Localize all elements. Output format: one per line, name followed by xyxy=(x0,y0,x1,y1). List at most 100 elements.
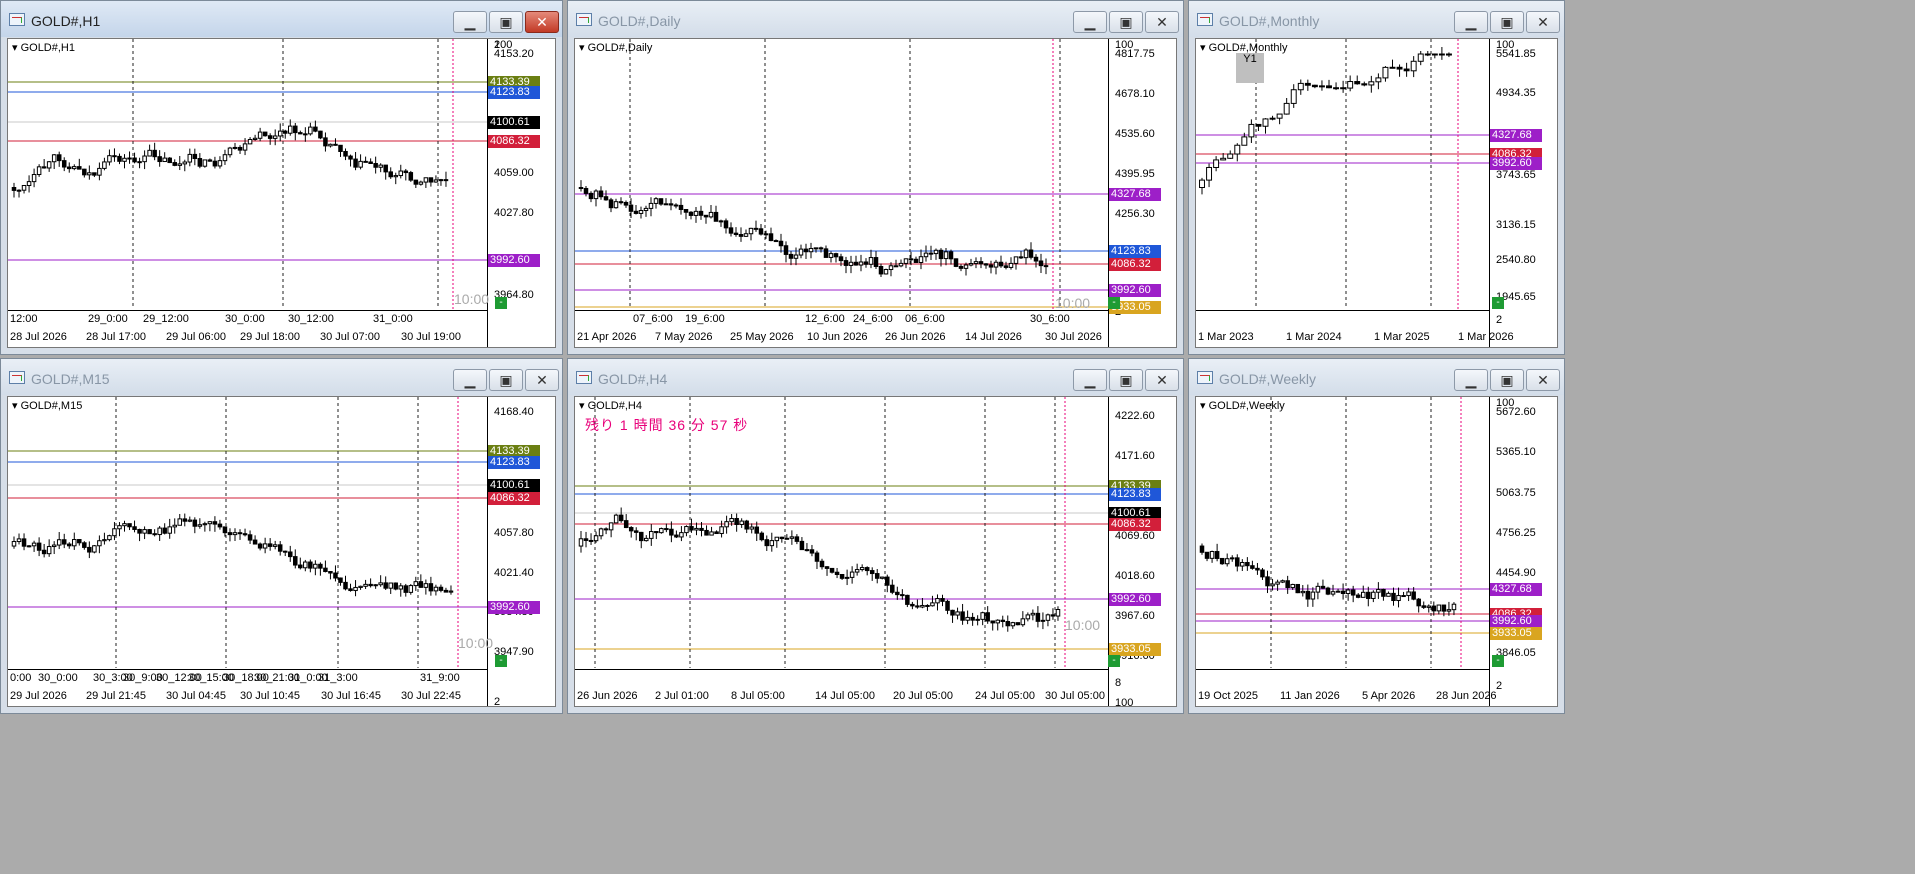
candle xyxy=(598,528,604,537)
candle xyxy=(257,131,263,139)
maximize-button[interactable]: ▣ xyxy=(1490,11,1524,33)
candle xyxy=(1245,562,1250,567)
time-axis[interactable]: 26 Jun 2026 2 Jul 01:00 8 Jul 05:00 14 Jul … xyxy=(575,669,1108,706)
bar-countdown: 残り 1 時間 36 分 57 秒 xyxy=(585,417,749,433)
one-click-trade-icon[interactable]: - xyxy=(495,655,507,667)
time-axis[interactable]: 12:00 29_0:00 29_12:00 30_0:00 30_12:00 31_0:… xyxy=(8,310,487,347)
candle xyxy=(393,582,398,590)
candle xyxy=(1411,591,1416,600)
titlebar[interactable]: GOLD#,Daily ▁ ▣ ✕ xyxy=(568,1,1183,37)
price-chart[interactable]: ▾ GOLD#,Daily 4817.75 4678.10 4535.60 4395.9… xyxy=(574,38,1177,348)
candle xyxy=(814,552,820,562)
time-axis-label: 2 Jul 01:00 xyxy=(655,690,709,702)
period-badge[interactable]: Y1 xyxy=(1236,53,1264,83)
close-button[interactable]: ✕ xyxy=(525,369,559,391)
candle xyxy=(784,537,790,540)
price-chart[interactable]: ▾ GOLD#,M154168.404057.804021.403984.303… xyxy=(7,396,556,707)
candle xyxy=(1335,590,1341,593)
candle xyxy=(282,550,288,553)
price-axis-label: 5365.10 xyxy=(1496,446,1536,458)
candle xyxy=(363,160,368,163)
minimize-button[interactable]: ▁ xyxy=(453,11,487,33)
one-click-trade-icon[interactable]: - xyxy=(1492,297,1504,309)
candle xyxy=(598,190,604,198)
chart-window-icon xyxy=(576,13,592,26)
candle xyxy=(583,538,589,541)
chart-window-daily[interactable]: GOLD#,Daily ▁ ▣ ✕ ▾ GOLD#,Daily 4817.75 46… xyxy=(567,0,1184,355)
time-axis[interactable]: 07_6:00 19_6:00 12_6:00 24_6:00 06_6:00 30_6:… xyxy=(575,310,1108,347)
chart-window-m15[interactable]: GOLD#,M15 ▁ ▣ ✕ ▾ GOLD#,M15 4168.40 4057.8… xyxy=(0,358,563,714)
minimize-button[interactable]: ▁ xyxy=(1073,369,1107,391)
one-click-trade-icon[interactable]: - xyxy=(1108,297,1120,309)
candle xyxy=(684,526,689,534)
price-chart[interactable]: ▾ GOLD#,Weekly 5672.60 5365.10 5063.75 4756.… xyxy=(1195,396,1558,707)
maximize-button[interactable]: ▣ xyxy=(1109,369,1143,391)
candle xyxy=(759,532,765,541)
minimize-button[interactable]: ▁ xyxy=(1454,11,1488,33)
candle xyxy=(1265,576,1270,587)
candle xyxy=(232,532,238,536)
price-tag: 3992.60 xyxy=(1490,157,1542,170)
candle xyxy=(162,157,167,163)
candle xyxy=(659,528,664,534)
titlebar[interactable]: GOLD#,Weekly ▁ ▣ ✕ xyxy=(1189,359,1564,395)
close-button[interactable]: ✕ xyxy=(1526,11,1560,33)
price-chart[interactable]: ▾ GOLD#,H1 4153.20 4059.00 4027.80 3964.80 2 1… xyxy=(7,38,556,348)
titlebar[interactable]: GOLD#,Monthly ▁ ▣ ✕ xyxy=(1189,1,1564,37)
maximize-button[interactable]: ▣ xyxy=(489,11,523,33)
candle xyxy=(738,234,744,237)
candle xyxy=(943,251,949,260)
candle xyxy=(794,536,800,542)
candle xyxy=(1015,622,1021,626)
price-chart[interactable]: ▾ GOLD#,Monthly Y1 5541.85 4934.35 3743.65 31… xyxy=(1195,38,1558,348)
chart-window-monthly[interactable]: GOLD#,Monthly ▁ ▣ ✕ ▾ GOLD#,Monthly Y1 554… xyxy=(1188,0,1565,355)
one-click-trade-icon[interactable]: - xyxy=(495,297,507,309)
titlebar[interactable]: GOLD#,H1 ▁ ▣ ✕ xyxy=(1,1,562,37)
price-axis-label: 100 xyxy=(494,39,513,51)
chart-window-weekly[interactable]: GOLD#,Weekly ▁ ▣ ✕ ▾ GOLD#,Weekly 5672.60… xyxy=(1188,358,1565,714)
candle xyxy=(1431,605,1437,612)
minimize-button[interactable]: ▁ xyxy=(1454,369,1488,391)
minimize-button[interactable]: ▁ xyxy=(453,369,487,391)
candle xyxy=(1213,159,1220,168)
maximize-button[interactable]: ▣ xyxy=(1109,11,1143,33)
maximize-button[interactable]: ▣ xyxy=(489,369,523,391)
candle xyxy=(1269,117,1276,120)
candles-plot[interactable] xyxy=(575,39,1108,309)
candle xyxy=(1375,77,1382,83)
time-axis-top-label: 0:00 xyxy=(10,672,32,684)
candle xyxy=(262,131,268,137)
titlebar[interactable]: GOLD#,H4 ▁ ▣ ✕ xyxy=(568,359,1183,395)
candle xyxy=(588,539,594,542)
close-button[interactable]: ✕ xyxy=(525,11,559,33)
maximize-button[interactable]: ▣ xyxy=(1490,369,1524,391)
time-axis[interactable]: 19 Oct 2025 11 Jan 2026 5 Apr 2026 28 Jun 2… xyxy=(1196,669,1497,706)
titlebar[interactable]: GOLD#,M15 ▁ ▣ ✕ xyxy=(1,359,562,395)
candle xyxy=(953,258,959,267)
close-button[interactable]: ✕ xyxy=(1526,369,1560,391)
candle xyxy=(1023,249,1029,259)
candles-plot[interactable] xyxy=(8,39,487,309)
chart-window-h1[interactable]: GOLD#,H1 ▁ ▣ ✕ ▾ GOLD#,H1 4153.20 4059.00 4… xyxy=(0,0,563,355)
close-button[interactable]: ✕ xyxy=(1145,369,1179,391)
candle xyxy=(774,536,780,542)
candle xyxy=(313,126,318,132)
time-axis[interactable]: 1 Mar 2023 1 Mar 2024 1 Mar 2025 1 Mar 2026 xyxy=(1196,310,1514,347)
candle xyxy=(1340,87,1347,90)
close-button[interactable]: ✕ xyxy=(1145,11,1179,33)
one-click-trade-icon[interactable]: - xyxy=(1492,655,1504,667)
candles-plot[interactable] xyxy=(575,397,1108,668)
candle xyxy=(177,163,183,166)
candle xyxy=(16,538,22,543)
price-chart[interactable]: ▾ GOLD#,H4 残り 1 時間 36 分 57 秒 4222.60 4171.6… xyxy=(574,396,1177,707)
chart-window-h4[interactable]: GOLD#,H4 ▁ ▣ ✕ ▾ GOLD#,H4 残り 1 時間 36 分 57… xyxy=(567,358,1184,714)
one-click-trade-icon[interactable]: - xyxy=(1108,655,1120,667)
candles-plot[interactable] xyxy=(8,397,487,668)
candle xyxy=(1220,157,1227,161)
time-axis[interactable]: 0:00 30_0:00 30_3:00 30_9:00 30_12:00 30_15:0… xyxy=(8,669,487,706)
candle xyxy=(87,546,92,553)
minimize-button[interactable]: ▁ xyxy=(1073,11,1107,33)
price-axis-label: 3967.60 xyxy=(1115,610,1155,622)
candle xyxy=(1410,60,1417,72)
candles-plot[interactable] xyxy=(1196,397,1489,668)
